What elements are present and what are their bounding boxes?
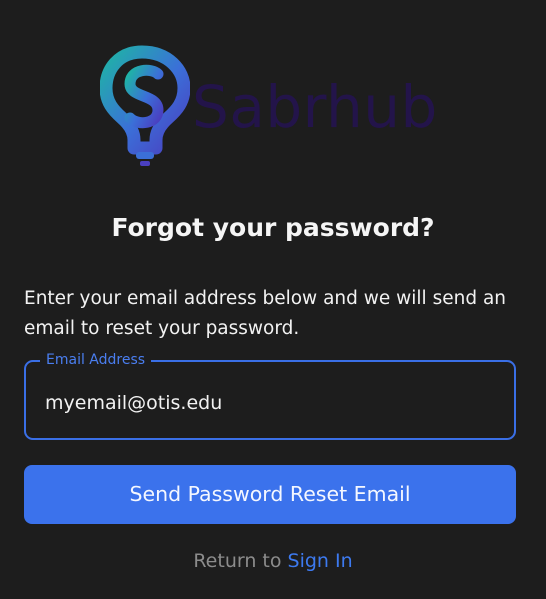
email-field[interactable]: Email Address xyxy=(24,351,516,440)
return-prefix: Return to xyxy=(193,550,288,572)
email-input[interactable] xyxy=(45,390,485,416)
page-title: Forgot your password? xyxy=(111,213,435,242)
sign-in-link[interactable]: Sign In xyxy=(288,550,353,572)
forgot-password-page: Sabrhub Forgot your password? Enter your… xyxy=(0,0,546,599)
lightbulb-icon xyxy=(100,45,190,166)
email-field-label: Email Address xyxy=(40,351,152,369)
sabrhub-logo: Sabrhub xyxy=(100,44,440,170)
return-to-sign-in: Return to Sign In xyxy=(0,548,546,574)
instructions-text: Enter your email address below and we wi… xyxy=(24,288,507,339)
send-reset-email-button[interactable]: Send Password Reset Email xyxy=(24,465,516,524)
brand-name: Sabrhub xyxy=(192,73,438,141)
